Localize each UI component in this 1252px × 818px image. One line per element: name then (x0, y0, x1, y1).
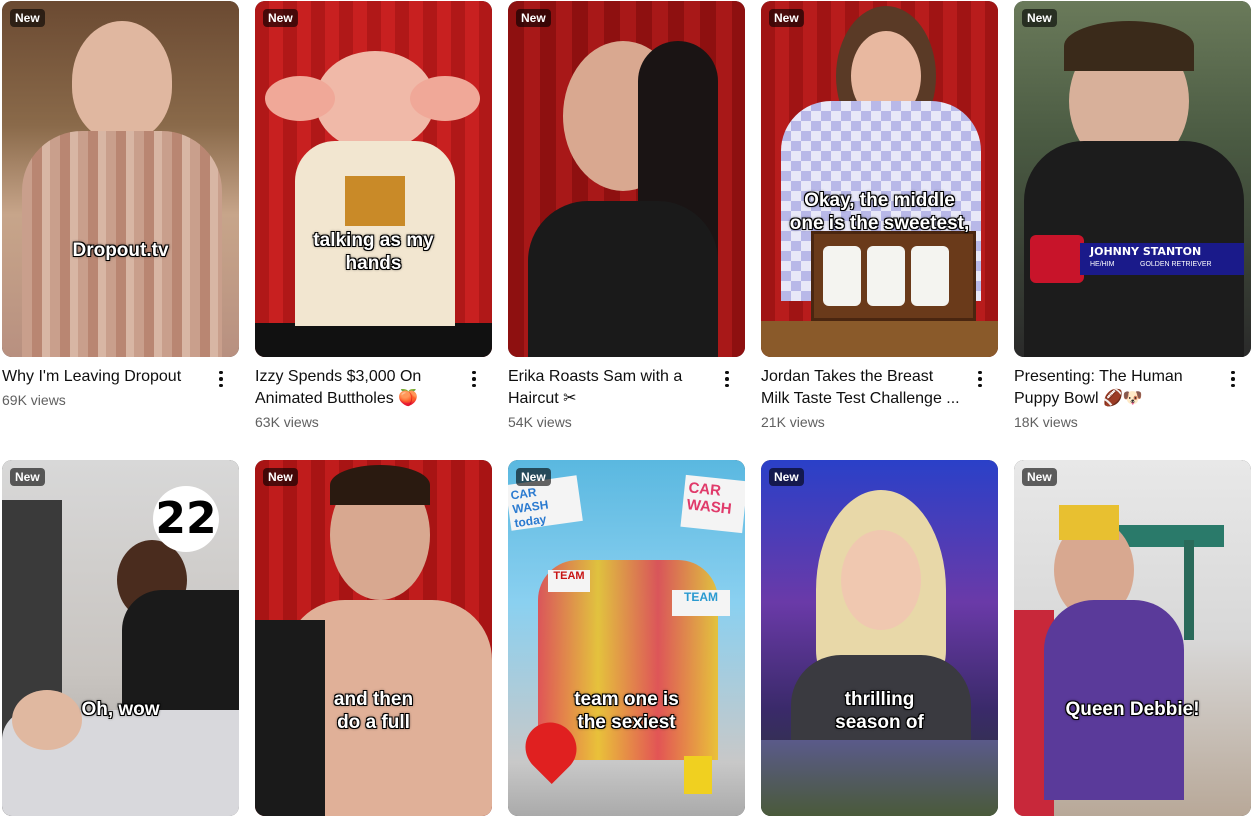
new-badge: New (769, 9, 804, 27)
short-thumbnail[interactable]: New Queen Debbie! (1014, 460, 1251, 816)
thumbnail-caption: Queen Debbie! (1065, 699, 1200, 720)
short-thumbnail[interactable]: 22 New Oh, wow (2, 460, 239, 816)
short-card[interactable]: New talking as my hands Izzy Spends $3,0… (255, 1, 492, 432)
view-count: 21K views (761, 414, 825, 430)
short-card[interactable]: New Okay, the middle one is the sweetest… (761, 1, 998, 432)
short-card[interactable]: New thrilling season of (761, 460, 998, 816)
more-options-icon[interactable] (717, 367, 737, 391)
short-thumbnail[interactable]: New and then do a full (255, 460, 492, 816)
thumbnail-caption: Okay, the middle one is the sweetest, (789, 190, 970, 234)
episode-number: 22 (153, 486, 219, 552)
more-options-icon[interactable] (970, 367, 990, 391)
short-title[interactable]: Jordan Takes the Breast Milk Taste Test … (761, 366, 998, 410)
new-badge: New (769, 468, 804, 486)
new-badge: New (516, 468, 551, 486)
view-count: 63K views (255, 414, 319, 430)
view-count: 54K views (508, 414, 572, 430)
new-badge: New (1022, 468, 1057, 486)
short-title[interactable]: Erika Roasts Sam with a Haircut ✂ (508, 366, 745, 410)
sign-team-right: TEAM (672, 590, 730, 616)
more-options-icon[interactable] (464, 367, 484, 391)
short-thumbnail[interactable]: CAR WASH today CAR WASH TEAM TEAM New te… (508, 460, 745, 816)
new-badge: New (263, 9, 298, 27)
short-card[interactable]: New and then do a full (255, 460, 492, 816)
view-count: 18K views (1014, 414, 1078, 430)
new-badge: New (516, 9, 551, 27)
short-title[interactable]: Why I'm Leaving Dropout (2, 366, 239, 388)
short-title[interactable]: Izzy Spends $3,000 On Animated Buttholes… (255, 366, 492, 410)
short-title[interactable]: Presenting: The Human Puppy Bowl 🏈🐶 (1014, 366, 1251, 410)
short-card[interactable]: JOHNNY STANTON HE/HIM GOLDEN RETRIEVER N… (1014, 1, 1251, 432)
more-options-icon[interactable] (1223, 367, 1243, 391)
thumbnail-caption: and then do a full (333, 689, 414, 733)
sign-team-left: TEAM (548, 570, 590, 592)
nameplate-name: JOHNNY STANTON (1090, 245, 1202, 258)
thumbnail-caption: team one is the sexiest (574, 689, 679, 733)
short-card[interactable]: New Queen Debbie! (1014, 460, 1251, 816)
short-card[interactable]: 22 New Oh, wow (2, 460, 239, 816)
shorts-grid: New Dropout.tv Why I'm Leaving Dropout 6… (0, 0, 1252, 818)
short-card[interactable]: New Dropout.tv Why I'm Leaving Dropout 6… (2, 1, 239, 410)
short-card[interactable]: CAR WASH today CAR WASH TEAM TEAM New te… (508, 460, 745, 816)
new-badge: New (263, 468, 298, 486)
new-badge: New (10, 9, 45, 27)
thumbnail-caption: thrilling season of (835, 689, 924, 733)
thumbnail-caption: Oh, wow (81, 699, 160, 720)
name-lower-third: JOHNNY STANTON HE/HIM GOLDEN RETRIEVER (1030, 235, 1244, 283)
yellow-bucket (684, 756, 712, 794)
short-thumbnail[interactable]: New thrilling season of (761, 460, 998, 816)
short-thumbnail[interactable]: New Okay, the middle one is the sweetest… (761, 1, 998, 357)
short-thumbnail[interactable]: JOHNNY STANTON HE/HIM GOLDEN RETRIEVER N… (1014, 1, 1251, 357)
nameplate-pronouns: HE/HIM (1090, 261, 1115, 268)
more-options-icon[interactable] (211, 367, 231, 391)
short-thumbnail[interactable]: New talking as my hands (255, 1, 492, 357)
nameplate-role: GOLDEN RETRIEVER (1140, 261, 1212, 268)
thumbnail-caption: Dropout.tv (72, 240, 169, 261)
new-badge: New (10, 468, 45, 486)
short-thumbnail[interactable]: New (508, 1, 745, 357)
short-card[interactable]: New Erika Roasts Sam with a Haircut ✂ 54… (508, 1, 745, 432)
short-thumbnail[interactable]: New Dropout.tv (2, 1, 239, 357)
thumbnail-caption: talking as my hands (313, 230, 434, 274)
new-badge: New (1022, 9, 1057, 27)
sign-car-wash: CAR WASH (680, 474, 745, 534)
view-count: 69K views (2, 392, 66, 408)
